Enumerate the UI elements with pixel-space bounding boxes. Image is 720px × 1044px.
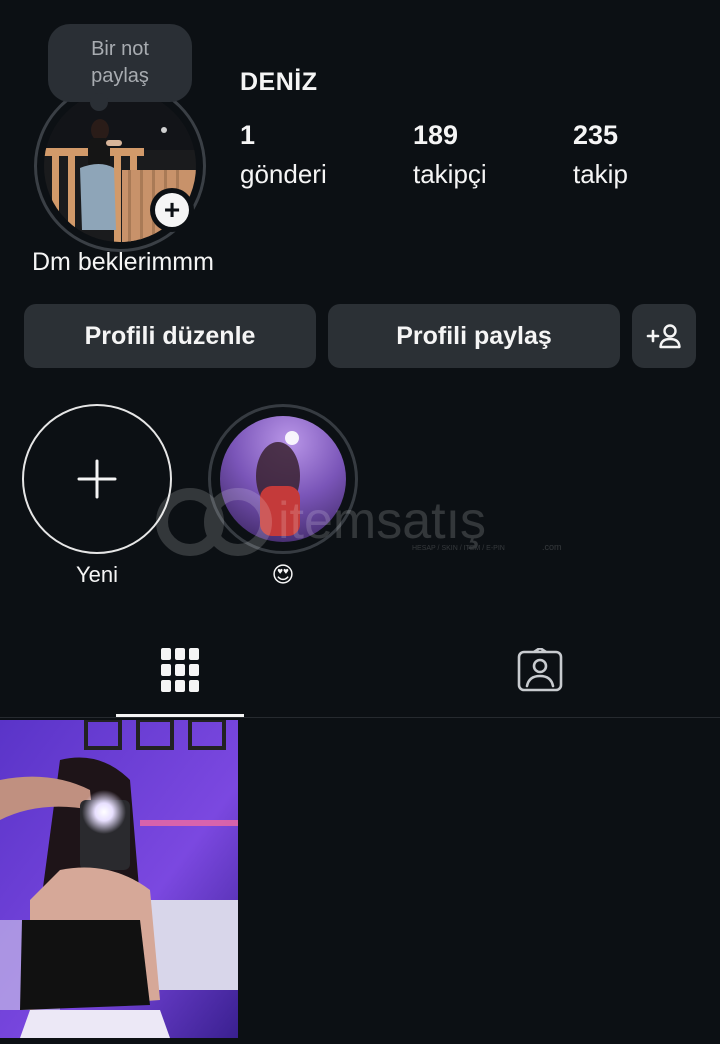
grid-icon [161,648,199,692]
new-highlight-button[interactable] [22,404,172,554]
highlight-label: 😍 [271,562,295,587]
svg-text:.com: .com [542,542,562,552]
stat-following[interactable]: 235 takip [573,120,628,190]
tab-posts-grid[interactable] [116,640,244,700]
plus-icon [77,459,117,499]
stat-posts-value: 1 [240,120,256,150]
note-bubble-tail [90,93,108,111]
add-person-icon [646,324,681,349]
post-thumbnail[interactable] [0,720,238,1038]
note-bubble[interactable]: Bir not paylaş [48,24,192,111]
edit-profile-button[interactable]: Profili düzenle [24,304,316,368]
stat-followers-value: 189 [413,120,459,150]
svg-text:HESAP / SKIN / ITEM / E-PIN: HESAP / SKIN / ITEM / E-PIN [412,545,505,552]
stat-posts[interactable]: 1 gönderi [240,120,327,190]
note-text-line1: Bir not [91,38,149,60]
new-highlight-label: Yeni [75,562,118,587]
stat-followers[interactable]: 189 takipçi [413,120,487,190]
stat-following-value: 235 [573,120,619,150]
tab-divider [0,717,720,718]
tab-tagged[interactable] [476,640,604,700]
stat-followers-label: takipçi [413,159,487,189]
stat-posts-label: gönderi [240,159,327,189]
highlight-cover[interactable] [220,416,346,542]
share-profile-button[interactable]: Profili paylaş [328,304,620,368]
add-story-badge[interactable]: + [150,188,194,232]
discover-people-button[interactable] [632,304,696,368]
plus-icon: + [155,193,189,227]
stat-following-label: takip [573,159,628,189]
profile-bio: Dm beklerimmm [32,248,214,276]
profile-username: DENİZ [240,68,318,96]
note-text-line2: paylaş [91,65,149,87]
tagged-person-icon [517,648,563,692]
